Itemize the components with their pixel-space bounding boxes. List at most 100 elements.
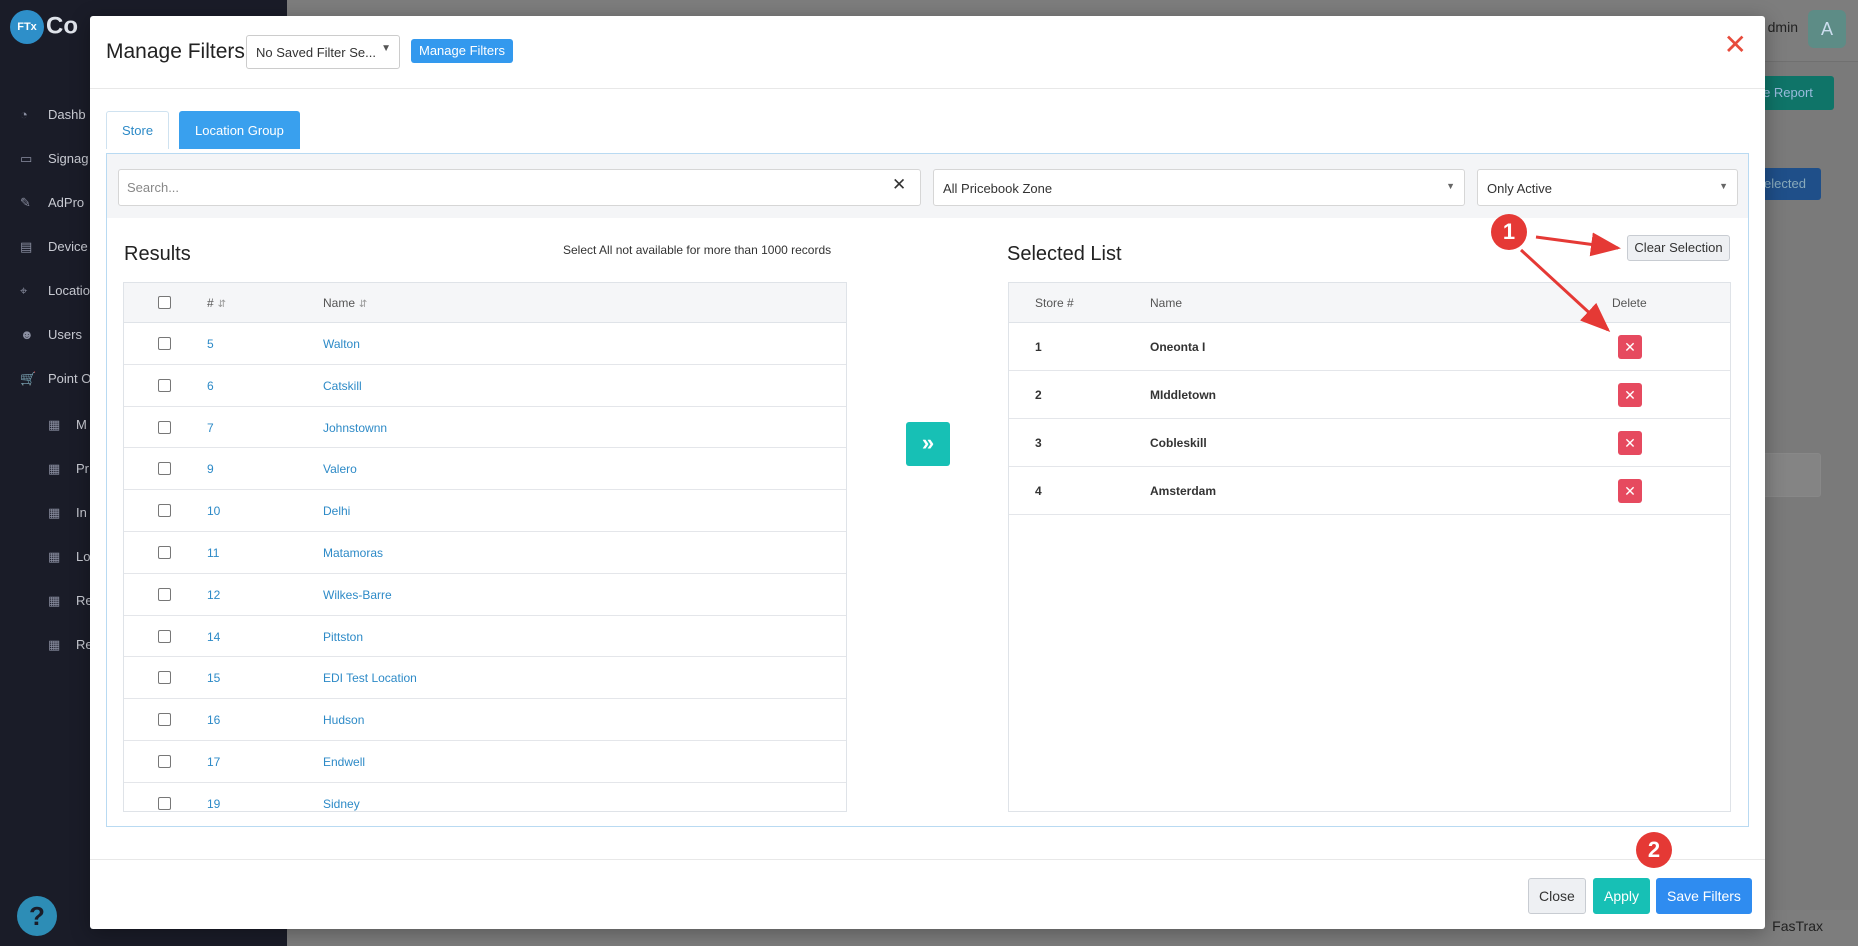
close-icon[interactable]: ✕ bbox=[1724, 30, 1747, 60]
row-number[interactable]: 15 bbox=[207, 671, 220, 685]
pricebook-zone-select[interactable]: All Pricebook Zone ▼ bbox=[933, 169, 1465, 206]
sidebar-item[interactable]: ✎ AdPro bbox=[20, 195, 84, 211]
store-name: Cobleskill bbox=[1150, 436, 1207, 450]
sidebar-item[interactable]: ▭ Signag bbox=[20, 151, 88, 167]
row-number[interactable]: 19 bbox=[207, 797, 220, 811]
sidebar-subitem[interactable]: ▦ Re bbox=[48, 593, 93, 609]
row-number[interactable]: 9 bbox=[207, 462, 214, 476]
row-number[interactable]: 16 bbox=[207, 713, 220, 727]
results-row[interactable]: 5 Walton bbox=[124, 323, 846, 365]
store-number: 4 bbox=[1035, 484, 1042, 498]
sidebar-subitem[interactable]: ▦ Lo bbox=[48, 549, 90, 565]
row-name[interactable]: Johnstownn bbox=[323, 421, 387, 435]
row-number[interactable]: 17 bbox=[207, 755, 220, 769]
caret-down-icon: ▼ bbox=[1446, 181, 1455, 191]
results-table-header: # ⇵ Name ⇵ bbox=[124, 283, 846, 323]
row-checkbox[interactable] bbox=[158, 504, 171, 518]
row-checkbox[interactable] bbox=[158, 545, 171, 559]
row-number[interactable]: 14 bbox=[207, 630, 220, 644]
search-input[interactable] bbox=[118, 169, 921, 206]
sidebar-item-label: Signag bbox=[48, 151, 89, 166]
selected-body: 1 Oneonta I ✕ 2 MIddletown ✕ 3 Cobleskill ✕ 4 Amst… bbox=[1009, 323, 1730, 515]
row-name[interactable]: Wilkes-Barre bbox=[323, 588, 392, 602]
clear-selection-button[interactable]: Clear Selection bbox=[1627, 235, 1730, 261]
manage-filters-button[interactable]: Manage Filters bbox=[411, 39, 513, 63]
delete-icon[interactable]: ✕ bbox=[1618, 479, 1642, 503]
row-checkbox[interactable] bbox=[158, 629, 171, 643]
row-name[interactable]: Pittston bbox=[323, 630, 363, 644]
results-row[interactable]: 12 Wilkes-Barre bbox=[124, 574, 846, 616]
results-row[interactable]: 9 Valero bbox=[124, 448, 846, 491]
row-number[interactable]: 12 bbox=[207, 588, 220, 602]
help-button[interactable]: ? bbox=[17, 896, 57, 936]
row-name[interactable]: Sidney bbox=[323, 797, 360, 811]
sidebar-item[interactable]: ◔ Dashb bbox=[20, 107, 86, 122]
sidebar-subitem[interactable]: ▦ Re bbox=[48, 637, 93, 653]
status-filter-select[interactable]: Only Active ▼ bbox=[1477, 169, 1738, 206]
row-name[interactable]: EDI Test Location bbox=[323, 671, 417, 685]
sidebar-subitem-label: In bbox=[76, 505, 87, 520]
user-avatar[interactable]: A bbox=[1808, 10, 1846, 48]
row-name[interactable]: Catskill bbox=[323, 379, 362, 393]
saved-filter-select[interactable]: No Saved Filter Se... ▼ bbox=[246, 35, 400, 69]
status-filter-value: Only Active bbox=[1487, 181, 1553, 196]
delete-icon[interactable]: ✕ bbox=[1618, 383, 1642, 407]
sidebar-item-label: Dashb bbox=[48, 107, 86, 122]
row-checkbox[interactable] bbox=[158, 462, 171, 476]
sidebar-item[interactable]: 🛒 Point O bbox=[20, 371, 91, 387]
row-checkbox[interactable] bbox=[158, 671, 171, 685]
clear-search-icon[interactable]: ✕ bbox=[892, 175, 906, 195]
row-name[interactable]: Hudson bbox=[323, 713, 364, 727]
column-header-name[interactable]: Name ⇵ bbox=[323, 296, 367, 310]
row-name[interactable]: Endwell bbox=[323, 755, 365, 769]
results-row[interactable]: 10 Delhi bbox=[124, 490, 846, 532]
sidebar-subitem-label: Lo bbox=[76, 549, 91, 564]
selected-list-title: Selected List bbox=[1007, 243, 1122, 265]
close-button[interactable]: Close bbox=[1528, 878, 1586, 914]
results-row[interactable]: 15 EDI Test Location bbox=[124, 657, 846, 700]
row-name[interactable]: Delhi bbox=[323, 504, 350, 518]
row-number[interactable]: 11 bbox=[207, 546, 219, 560]
row-name[interactable]: Walton bbox=[323, 337, 360, 351]
row-checkbox[interactable] bbox=[158, 796, 171, 810]
results-row[interactable]: 7 Johnstownn bbox=[124, 407, 846, 449]
apply-button[interactable]: Apply bbox=[1593, 878, 1651, 914]
row-name[interactable]: Matamoras bbox=[323, 546, 383, 560]
sidebar-subitem[interactable]: ▦ In bbox=[48, 505, 87, 521]
sidebar-item[interactable]: ☻ Users bbox=[20, 327, 82, 342]
delete-icon[interactable]: ✕ bbox=[1618, 431, 1642, 455]
results-row[interactable]: 6 Catskill bbox=[124, 365, 846, 407]
sidebar-item[interactable]: ▤ Device bbox=[20, 239, 88, 255]
results-row[interactable]: 11 Matamoras bbox=[124, 532, 846, 574]
results-row[interactable]: 16 Hudson bbox=[124, 699, 846, 741]
user-name: dmin bbox=[1767, 19, 1798, 35]
select-all-checkbox[interactable] bbox=[158, 296, 171, 309]
results-row[interactable]: 19 Sidney bbox=[124, 783, 846, 811]
row-number[interactable]: 5 bbox=[207, 337, 214, 351]
subitem-icon: ▦ bbox=[48, 637, 61, 652]
row-checkbox[interactable] bbox=[158, 337, 171, 350]
save-filters-button[interactable]: Save Filters bbox=[1656, 878, 1752, 914]
sidebar-subitem[interactable]: ▦ M bbox=[48, 417, 87, 433]
move-to-selected-button[interactable]: » bbox=[906, 422, 950, 466]
sidebar-item[interactable]: ⌖ Locatio bbox=[20, 283, 90, 299]
delete-icon[interactable]: ✕ bbox=[1618, 335, 1642, 359]
row-checkbox[interactable] bbox=[158, 587, 171, 601]
row-number[interactable]: 10 bbox=[207, 504, 220, 518]
tab-panel: ✕ All Pricebook Zone ▼ Only Active ▼ Res… bbox=[106, 153, 1749, 827]
row-checkbox[interactable] bbox=[158, 713, 171, 727]
row-name[interactable]: Valero bbox=[323, 462, 357, 476]
row-number[interactable]: 7 bbox=[207, 421, 214, 435]
column-header-number[interactable]: # ⇵ bbox=[207, 296, 226, 310]
results-row[interactable]: 17 Endwell bbox=[124, 741, 846, 783]
sidebar-item-label: Locatio bbox=[48, 283, 90, 298]
results-table[interactable]: # ⇵ Name ⇵ 5 Walton 6 Catskill 7 Johnstownn 9 Val… bbox=[123, 282, 847, 812]
sidebar-subitem[interactable]: ▦ Pr bbox=[48, 461, 89, 477]
tab-location-group[interactable]: Location Group bbox=[179, 111, 300, 149]
row-checkbox[interactable] bbox=[158, 420, 171, 434]
tab-store[interactable]: Store bbox=[106, 111, 170, 149]
row-checkbox[interactable] bbox=[158, 378, 171, 392]
results-row[interactable]: 14 Pittston bbox=[124, 616, 846, 658]
row-checkbox[interactable] bbox=[158, 754, 171, 768]
row-number[interactable]: 6 bbox=[207, 379, 214, 393]
